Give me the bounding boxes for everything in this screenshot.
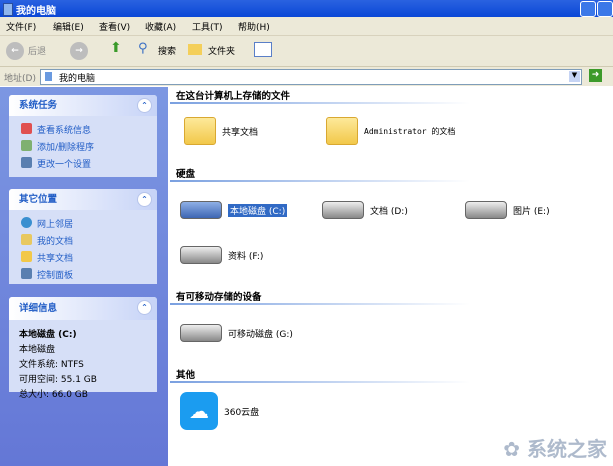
network-icon xyxy=(21,217,32,228)
drive-g[interactable]: 可移动磁盘 (G:) xyxy=(180,324,293,342)
hard-drive-icon xyxy=(465,201,507,219)
panel-title: 其它位置 xyxy=(19,194,58,205)
place-shared-documents[interactable]: 共享文档 xyxy=(9,249,157,266)
folder-icon xyxy=(326,117,358,145)
control-panel-icon xyxy=(21,268,32,279)
address-input[interactable]: 我的电脑 ▼ xyxy=(40,69,582,85)
toolbar: ← 后退 → ⬆ ⚲ 搜索 文件夹 xyxy=(0,36,613,67)
detail-fs: 文件系统: NTFS xyxy=(19,360,84,370)
panel-title: 详细信息 xyxy=(19,303,58,314)
address-value: 我的电脑 xyxy=(59,74,96,84)
detail-name: 本地磁盘 (C:) xyxy=(19,330,77,340)
minimize-button[interactable] xyxy=(580,1,596,17)
task-add-remove-programs[interactable]: 添加/删除程序 xyxy=(9,138,157,155)
computer-icon xyxy=(3,3,13,16)
programs-icon xyxy=(21,140,32,151)
collapse-icon[interactable]: ⌃ xyxy=(137,98,152,113)
section-removable: 有可移动存储的设备 xyxy=(170,289,469,305)
content-area: 在这台计算机上存储的文件 共享文档 Administrator 的文档 硬盘 本… xyxy=(169,87,613,466)
hard-drive-icon xyxy=(180,201,222,219)
place-network[interactable]: 网上邻居 xyxy=(9,215,157,232)
detail-type: 本地磁盘 xyxy=(19,345,56,355)
menu-bar: 文件(F) 编辑(E) 查看(V) 收藏(A) 工具(T) 帮助(H) xyxy=(0,17,613,36)
back-button[interactable]: 后退 xyxy=(28,44,46,57)
menu-edit[interactable]: 编辑(E) xyxy=(53,20,84,33)
place-control-panel[interactable]: 控制面板 xyxy=(9,266,157,283)
window-title: 我的电脑 xyxy=(16,6,56,17)
go-button[interactable]: ➜ xyxy=(589,69,602,82)
drive-e[interactable]: 图片 (E:) xyxy=(465,201,550,219)
chevron-down-icon[interactable]: ▼ xyxy=(569,71,580,82)
hard-drive-icon xyxy=(322,201,364,219)
documents-icon xyxy=(21,234,32,245)
menu-help[interactable]: 帮助(H) xyxy=(238,20,270,33)
maximize-button[interactable] xyxy=(597,1,613,17)
section-files: 在这台计算机上存储的文件 xyxy=(169,88,471,104)
back-arrow-icon[interactable]: ← xyxy=(6,42,24,60)
shared-documents-folder[interactable]: 共享文档 xyxy=(184,117,258,145)
control-panel-icon xyxy=(21,157,32,168)
hard-drive-icon xyxy=(180,246,222,264)
folder-icon xyxy=(21,251,32,262)
section-other: 其他 xyxy=(169,367,471,383)
cloud-icon: ☁ xyxy=(180,392,218,430)
panel-title: 系统任务 xyxy=(19,100,58,111)
detail-total: 总大小: 66.0 GB xyxy=(19,390,88,400)
menu-favorites[interactable]: 收藏(A) xyxy=(145,20,176,33)
up-folder-icon[interactable]: ⬆ xyxy=(110,40,122,56)
views-icon[interactable] xyxy=(254,42,272,57)
removable-drive-icon xyxy=(180,324,222,342)
drive-f[interactable]: 资料 (F:) xyxy=(180,246,263,264)
forward-arrow-icon[interactable]: → xyxy=(70,42,88,60)
search-button[interactable]: 搜索 xyxy=(158,44,176,57)
collapse-icon[interactable]: ⌃ xyxy=(137,300,152,315)
folders-icon[interactable] xyxy=(188,44,202,55)
menu-file[interactable]: 文件(F) xyxy=(6,20,36,33)
admin-documents-folder[interactable]: Administrator 的文档 xyxy=(326,117,466,145)
address-label: 地址(D) xyxy=(4,74,36,84)
detail-free: 可用空间: 55.1 GB xyxy=(19,375,97,385)
search-icon[interactable]: ⚲ xyxy=(138,41,148,56)
title-bar: 我的电脑 xyxy=(0,0,613,17)
place-my-documents[interactable]: 我的文档 xyxy=(9,232,157,249)
system-info-icon xyxy=(21,123,32,134)
task-view-system-info[interactable]: 查看系统信息 xyxy=(9,121,157,138)
other-places-panel: 其它位置 ⌃ 网上邻居 我的文档 共享文档 控制面板 xyxy=(9,189,157,284)
360-cloud-drive[interactable]: ☁ 360云盘 xyxy=(180,392,259,430)
drive-c[interactable]: 本地磁盘 (C:) xyxy=(180,201,288,219)
drive-d[interactable]: 文档 (D:) xyxy=(322,201,408,219)
folders-button[interactable]: 文件夹 xyxy=(208,44,235,57)
details-panel: 详细信息 ⌃ 本地磁盘 (C:) 本地磁盘 文件系统: NTFS 可用空间: 55… xyxy=(9,297,157,400)
system-tasks-panel: 系统任务 ⌃ 查看系统信息 添加/删除程序 更改一个设置 xyxy=(9,95,157,177)
address-bar: 地址(D) 我的电脑 ▼ ➜ xyxy=(0,67,613,86)
task-change-setting[interactable]: 更改一个设置 xyxy=(9,155,157,172)
menu-tools[interactable]: 工具(T) xyxy=(192,20,223,33)
computer-icon xyxy=(45,72,52,81)
folder-icon xyxy=(184,117,216,145)
collapse-icon[interactable]: ⌃ xyxy=(137,192,152,207)
section-hdd: 硬盘 xyxy=(169,166,471,182)
menu-view[interactable]: 查看(V) xyxy=(99,20,130,33)
watermark-logo: ✿ 系统之家 xyxy=(503,437,607,461)
task-pane: 系统任务 ⌃ 查看系统信息 添加/删除程序 更改一个设置 其它位置 ⌃ 网上邻居 我… xyxy=(0,87,168,466)
